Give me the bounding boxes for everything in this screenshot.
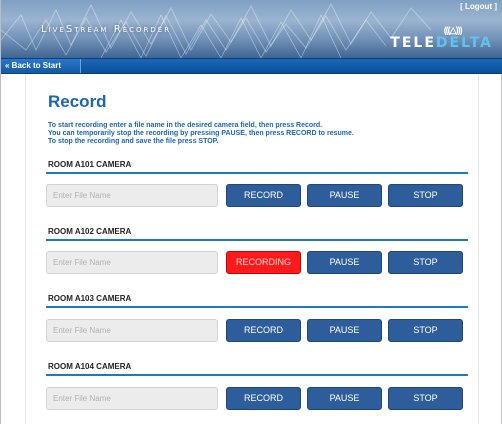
stop-button[interactable]: STOP	[388, 319, 463, 342]
teledelta-logo: (((△))) TELEDELTA	[390, 25, 493, 52]
record-button[interactable]: RECORD	[226, 387, 301, 410]
camera-label: ROOM A104 CAMERA	[48, 362, 132, 371]
nav-bar: « Back to Start	[1, 58, 502, 74]
record-button[interactable]: RECORD	[226, 184, 301, 207]
camera-label: ROOM A103 CAMERA	[48, 294, 132, 303]
pause-button[interactable]: PAUSE	[307, 387, 382, 410]
file-name-input[interactable]	[46, 387, 218, 410]
record-button[interactable]: RECORD	[226, 319, 301, 342]
app-title: LiveStream Recorder	[41, 24, 172, 35]
broadcast-icon: (((△)))	[443, 25, 463, 35]
logo-text-accent: DELTA	[435, 35, 493, 51]
instruction-line: To start recording enter a file name in …	[48, 122, 323, 129]
stop-button[interactable]: STOP	[388, 184, 463, 207]
camera-divider	[46, 306, 468, 308]
page-title: Record	[48, 92, 107, 111]
logout-link[interactable]: [ Logout ]	[460, 2, 497, 11]
camera-label: ROOM A102 CAMERA	[48, 227, 132, 236]
camera-divider	[46, 172, 468, 174]
file-name-input[interactable]	[46, 251, 218, 274]
stop-button[interactable]: STOP	[388, 251, 463, 274]
pause-button[interactable]: PAUSE	[307, 251, 382, 274]
header-banner: LiveStream Recorder [ Logout ] (((△))) T…	[1, 0, 502, 58]
pause-button[interactable]: PAUSE	[307, 319, 382, 342]
main-content: Record To start recording enter a file n…	[25, 74, 479, 424]
file-name-input[interactable]	[46, 319, 218, 342]
file-name-input[interactable]	[46, 184, 218, 207]
camera-divider	[46, 239, 468, 241]
recording-button[interactable]: RECORDING	[226, 251, 301, 274]
logo-text-main: TELE	[390, 35, 436, 51]
camera-label: ROOM A101 CAMERA	[48, 160, 132, 169]
back-to-start-link[interactable]: « Back to Start	[1, 59, 81, 73]
instruction-line: To stop the recording and save the file …	[48, 138, 219, 145]
stop-button[interactable]: STOP	[388, 387, 463, 410]
camera-divider	[46, 374, 468, 376]
pause-button[interactable]: PAUSE	[307, 184, 382, 207]
instruction-line: You can temporarily stop the recording b…	[48, 130, 354, 137]
app-window: LiveStream Recorder [ Logout ] (((△))) T…	[0, 0, 502, 424]
instructions: To start recording enter a file name in …	[48, 122, 478, 146]
